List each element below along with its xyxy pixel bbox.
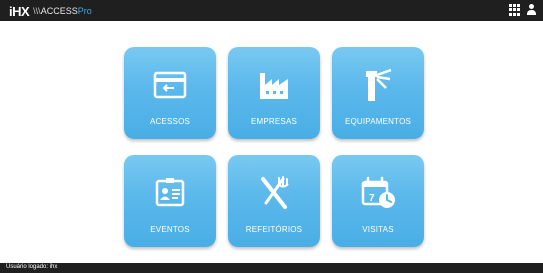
- logged-user-text: Usuário logado: ihx: [6, 264, 58, 270]
- logo-separator: \\\: [33, 6, 41, 16]
- svg-text:7: 7: [369, 193, 375, 204]
- app-logo[interactable]: iHX \\\ ACCESS Pro: [9, 3, 92, 19]
- user-icon[interactable]: [526, 4, 537, 16]
- tile-label: EMPRESAS: [250, 117, 298, 126]
- logo-mark: iHX: [9, 3, 30, 19]
- tile-eventos[interactable]: EVENTOS: [124, 155, 216, 247]
- calendar-clock-icon: 7: [361, 176, 395, 208]
- logo-pro-text: Pro: [77, 6, 92, 16]
- logo-access-text: ACCESS: [40, 6, 78, 16]
- top-icons: [509, 4, 537, 16]
- tile-label: EQUIPAMENTOS: [344, 117, 412, 126]
- tile-acessos[interactable]: ACESSOS: [124, 47, 216, 139]
- tile-label: ACESSOS: [149, 117, 191, 126]
- tile-equipamentos[interactable]: EQUIPAMENTOS: [332, 47, 424, 139]
- tile-visitas[interactable]: 7 VISITAS: [332, 155, 424, 247]
- card-reader-icon: [153, 71, 187, 99]
- tile-empresas[interactable]: EMPRESAS: [228, 47, 320, 139]
- turnstile-icon: [366, 68, 392, 101]
- fork-knife-icon: [261, 176, 289, 209]
- id-card-icon: [155, 178, 185, 207]
- tile-label: VISITAS: [362, 225, 394, 234]
- tile-label: REFEITÓRIOS: [245, 225, 303, 234]
- factory-icon: [260, 73, 288, 99]
- apps-grid-icon[interactable]: [509, 4, 521, 16]
- tile-refeitorios[interactable]: REFEITÓRIOS: [228, 155, 320, 247]
- top-bar: iHX \\\ ACCESS Pro: [0, 0, 543, 21]
- tile-label: EVENTOS: [150, 225, 190, 234]
- status-bar: Usuário logado: ihx: [0, 263, 543, 273]
